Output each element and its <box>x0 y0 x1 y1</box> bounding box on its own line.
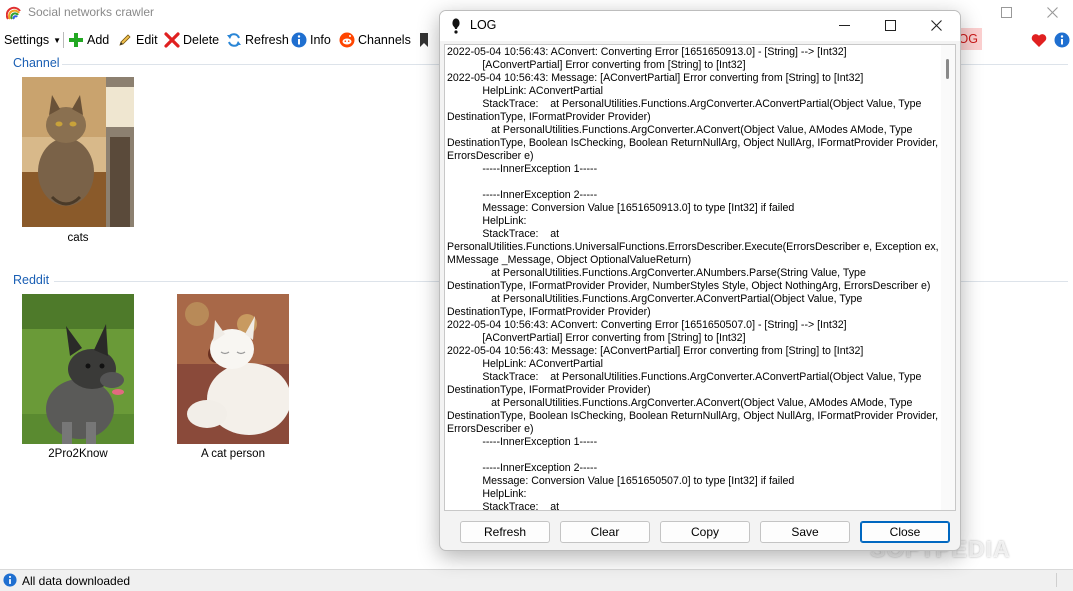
edit-label: Edit <box>136 33 158 47</box>
delete-x-icon <box>164 32 180 48</box>
settings-menu[interactable]: Settings ▼ <box>4 31 61 49</box>
refresh-icon <box>227 33 241 47</box>
maximize-icon <box>1000 7 1012 18</box>
maximize-icon <box>884 20 896 31</box>
log-titlebar: LOG <box>440 11 960 41</box>
thumbnail-caption: cats <box>67 232 89 244</box>
cat-image <box>22 77 134 227</box>
channels-button[interactable]: Channels <box>339 31 411 49</box>
log-close-window-button[interactable] <box>913 11 959 41</box>
heart-button[interactable] <box>1031 31 1050 49</box>
delete-label: Delete <box>183 33 220 47</box>
refresh-log-button[interactable]: Refresh <box>460 521 550 543</box>
chevron-down-icon: ▼ <box>53 35 62 45</box>
thumbnail-a-cat-person[interactable] <box>177 294 289 444</box>
exclamation-icon <box>452 18 460 34</box>
edit-button[interactable]: Edit <box>117 31 158 49</box>
log-textbox[interactable]: 2022-05-04 10:56:43: AConvert: Convertin… <box>444 44 956 511</box>
plus-icon <box>69 33 83 47</box>
thumbnail-cats[interactable] <box>22 77 134 227</box>
log-dialog: LOG 2022-05-04 10:56:43: AConvert: Conve… <box>439 10 961 551</box>
add-label: Add <box>87 33 110 47</box>
close-window-button[interactable] <box>1029 0 1073 26</box>
window-title: Social networks crawler <box>28 5 155 19</box>
section-label-reddit: Reddit <box>13 273 50 287</box>
refresh-label: Refresh <box>245 33 289 47</box>
scrollbar-thumb[interactable] <box>946 59 949 79</box>
delete-button[interactable]: Delete <box>164 31 219 49</box>
minimize-icon <box>838 25 850 26</box>
rainbow-app-icon <box>6 6 21 20</box>
info-icon <box>3 573 17 587</box>
reddit-icon <box>339 32 355 48</box>
log-maximize-button[interactable] <box>867 11 913 41</box>
log-minimize-button[interactable] <box>821 11 867 41</box>
status-text: All data downloaded <box>22 574 131 588</box>
section-label-channel: Channel <box>13 56 60 70</box>
info-button[interactable]: Info <box>291 31 331 49</box>
white-cat-image <box>177 294 289 444</box>
about-button[interactable] <box>1054 31 1073 49</box>
info-icon <box>1054 32 1070 48</box>
heart-icon <box>1031 33 1047 47</box>
bookmark-icon <box>420 33 428 47</box>
log-title: LOG <box>470 18 497 32</box>
log-button-label: OG <box>958 32 978 46</box>
thumbnail-2pro2know[interactable] <box>22 294 134 444</box>
thumbnail-caption: 2Pro2Know <box>48 448 108 460</box>
close-icon <box>1046 7 1058 18</box>
log-content: 2022-05-04 10:56:43: AConvert: Convertin… <box>447 46 939 511</box>
toolbar-separator <box>63 32 64 48</box>
resize-grip[interactable] <box>1056 573 1071 587</box>
save-log-button[interactable]: Save <box>760 521 850 543</box>
refresh-button[interactable]: Refresh <box>226 31 289 49</box>
bookmark-button[interactable] <box>418 31 433 49</box>
pencil-icon <box>119 34 131 46</box>
info-label: Info <box>310 33 331 47</box>
channels-label: Channels <box>358 33 411 47</box>
dog-image <box>22 294 134 444</box>
close-icon <box>930 20 942 31</box>
clear-log-button[interactable]: Clear <box>560 521 650 543</box>
thumbnail-caption: A cat person <box>201 448 265 460</box>
log-scrollbar[interactable] <box>941 45 955 510</box>
maximize-button[interactable] <box>983 0 1029 26</box>
add-button[interactable]: Add <box>68 31 109 49</box>
info-icon <box>291 32 307 48</box>
close-log-button[interactable]: Close <box>860 521 950 543</box>
copy-log-button[interactable]: Copy <box>660 521 750 543</box>
status-bar: All data downloaded <box>0 569 1073 591</box>
settings-label: Settings <box>4 33 50 47</box>
